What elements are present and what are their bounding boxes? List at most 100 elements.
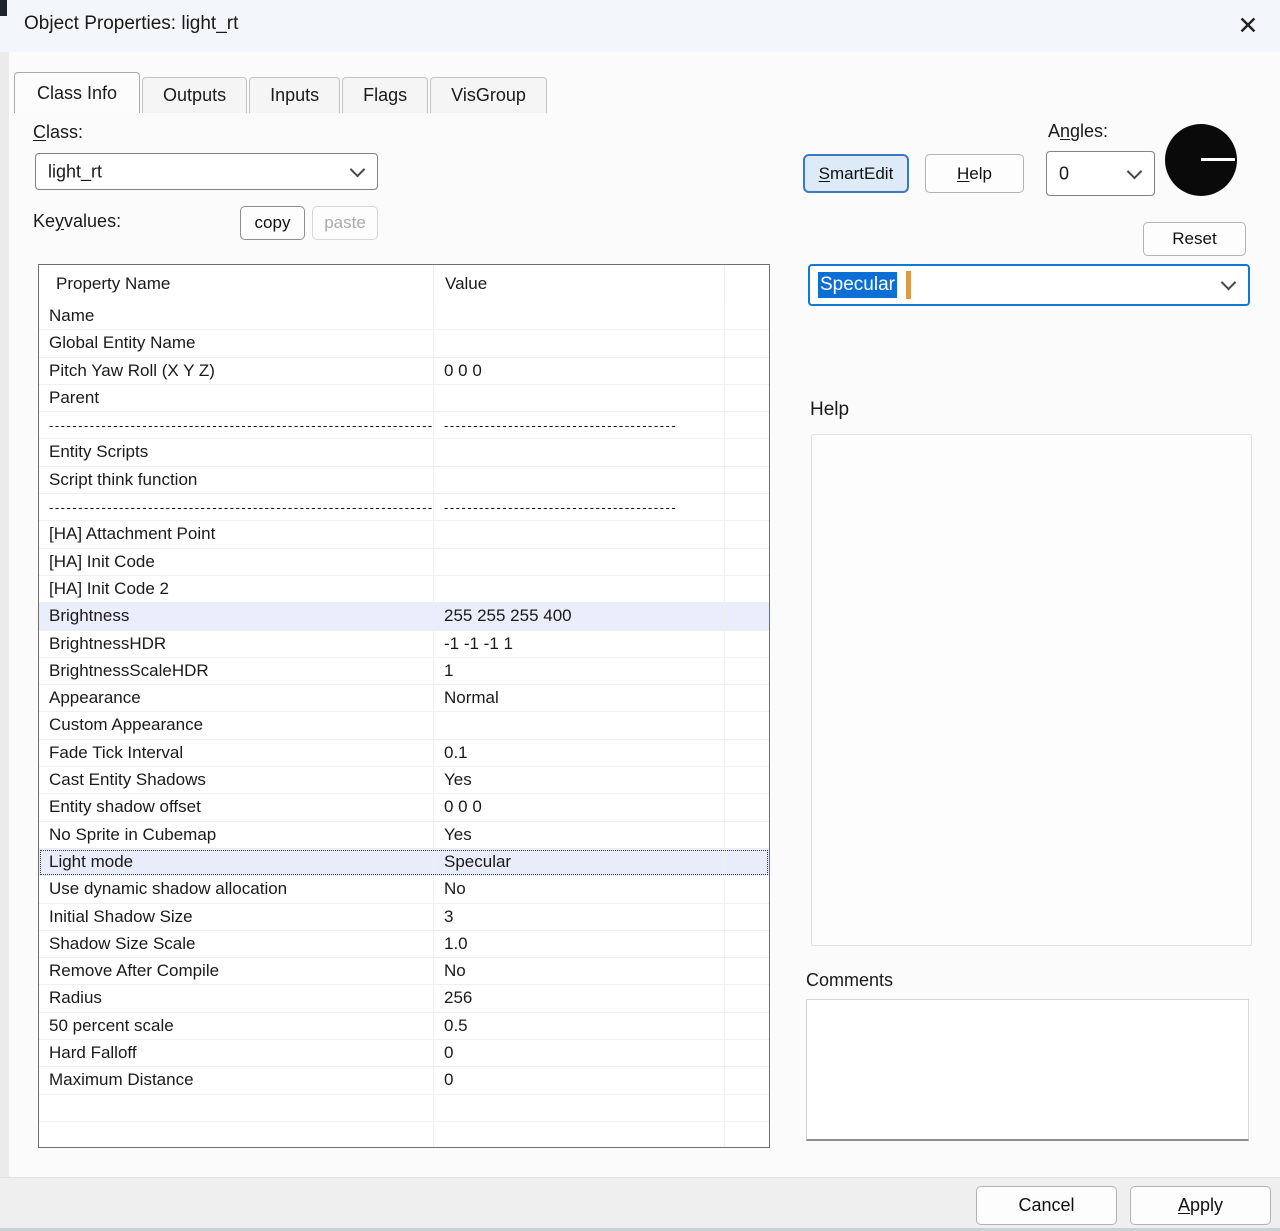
table-row[interactable]: BrightnessHDR-1 -1 -1 1: [39, 631, 769, 658]
row-spacer-cell: [725, 712, 769, 738]
table-row[interactable]: 50 percent scale0.5: [39, 1013, 769, 1040]
row-spacer-cell: [725, 576, 769, 602]
row-spacer-cell: [725, 439, 769, 465]
property-name-cell: ----------------------------------------…: [39, 412, 434, 438]
property-name-cell: Script think function: [39, 467, 434, 493]
smartedit-button[interactable]: SmartEdit: [803, 154, 909, 193]
row-spacer-cell: [725, 958, 769, 984]
property-value-cell: 0 0 0: [434, 358, 725, 384]
row-spacer-cell: [725, 876, 769, 902]
table-row[interactable]: Radius256: [39, 985, 769, 1012]
table-row[interactable]: Maximum Distance0: [39, 1067, 769, 1094]
property-name-cell: Remove After Compile: [39, 958, 434, 984]
copy-button[interactable]: copy: [240, 206, 305, 240]
table-row[interactable]: Fade Tick Interval0.1: [39, 740, 769, 767]
property-name-cell: Entity shadow offset: [39, 794, 434, 820]
table-row[interactable]: Brightness255 255 255 400: [39, 603, 769, 630]
row-spacer-cell: [725, 822, 769, 848]
row-spacer-cell: [725, 1122, 769, 1148]
angles-label: Angles:: [1048, 121, 1108, 142]
property-value-cell: [434, 330, 725, 356]
row-spacer-cell: [725, 849, 769, 875]
dialog-title: Object Properties: light_rt: [24, 13, 238, 35]
tab-visgroup[interactable]: VisGroup: [430, 77, 547, 113]
table-row[interactable]: Cast Entity ShadowsYes: [39, 767, 769, 794]
table-row[interactable]: Entity Scripts: [39, 439, 769, 466]
table-row[interactable]: Initial Shadow Size3: [39, 904, 769, 931]
reset-button[interactable]: Reset: [1143, 222, 1246, 256]
chevron-down-icon: [350, 161, 366, 177]
table-row[interactable]: Pitch Yaw Roll (X Y Z)0 0 0: [39, 358, 769, 385]
table-row[interactable]: Entity shadow offset0 0 0: [39, 794, 769, 821]
table-row[interactable]: Light modeSpecular: [39, 849, 769, 876]
keyvalue-edit-combo[interactable]: Specular: [808, 264, 1250, 306]
property-value-cell: [434, 712, 725, 738]
cancel-button[interactable]: Cancel: [976, 1186, 1117, 1225]
table-row[interactable]: BrightnessScaleHDR1: [39, 658, 769, 685]
property-value-cell: 256: [434, 985, 725, 1011]
table-row[interactable]: Custom Appearance: [39, 712, 769, 739]
property-name-cell: 50 percent scale: [39, 1013, 434, 1039]
property-value-cell: 0: [434, 1067, 725, 1093]
close-icon[interactable]: ✕: [1230, 8, 1266, 44]
table-row[interactable]: AppearanceNormal: [39, 685, 769, 712]
table-row[interactable]: [39, 1095, 769, 1122]
row-spacer-cell: [725, 412, 769, 438]
row-spacer-cell: [725, 767, 769, 793]
table-row[interactable]: Name: [39, 303, 769, 330]
tab-inputs[interactable]: Inputs: [249, 77, 340, 113]
property-value-cell: [434, 467, 725, 493]
table-row[interactable]: Hard Falloff0: [39, 1040, 769, 1067]
row-spacer-cell: [725, 1040, 769, 1066]
table-row[interactable]: [39, 1122, 769, 1148]
tab-outputs[interactable]: Outputs: [142, 77, 247, 113]
class-dropdown[interactable]: light_rt: [35, 153, 378, 190]
class-dropdown-value: light_rt: [48, 161, 102, 182]
property-name-cell: Cast Entity Shadows: [39, 767, 434, 793]
table-row[interactable]: [HA] Init Code: [39, 549, 769, 576]
table-row[interactable]: Global Entity Name: [39, 330, 769, 357]
property-name-cell: Radius: [39, 985, 434, 1011]
table-row[interactable]: ----------------------------------------…: [39, 494, 769, 521]
property-name-cell: Pitch Yaw Roll (X Y Z): [39, 358, 434, 384]
class-label: Class:: [33, 122, 83, 143]
property-name-cell: No Sprite in Cubemap: [39, 822, 434, 848]
table-row[interactable]: Script think function: [39, 467, 769, 494]
row-spacer-cell: [725, 521, 769, 547]
column-header-spacer: [725, 265, 769, 303]
tab-class-info[interactable]: Class Info: [14, 72, 140, 113]
table-row[interactable]: Parent: [39, 385, 769, 412]
row-spacer-cell: [725, 685, 769, 711]
table-row[interactable]: No Sprite in CubemapYes: [39, 822, 769, 849]
table-row[interactable]: Use dynamic shadow allocationNo: [39, 876, 769, 903]
angles-dropdown[interactable]: 0: [1046, 151, 1155, 196]
table-row[interactable]: [HA] Init Code 2: [39, 576, 769, 603]
property-name-cell: Maximum Distance: [39, 1067, 434, 1093]
property-value-cell: [434, 521, 725, 547]
row-spacer-cell: [725, 931, 769, 957]
row-spacer-cell: [725, 494, 769, 520]
angle-dial[interactable]: [1165, 124, 1237, 196]
property-name-cell: Shadow Size Scale: [39, 931, 434, 957]
chevron-down-icon: [1221, 275, 1237, 291]
property-name-cell: [39, 1095, 434, 1121]
property-table-header: Property Name Value: [39, 265, 769, 303]
angle-indicator-line: [1201, 158, 1235, 161]
column-header-value: Value: [434, 265, 725, 303]
table-row[interactable]: ----------------------------------------…: [39, 412, 769, 439]
apply-button[interactable]: Apply: [1130, 1186, 1271, 1225]
help-text-panel: [811, 434, 1252, 946]
table-row[interactable]: [HA] Attachment Point: [39, 521, 769, 548]
help-button[interactable]: Help: [925, 154, 1024, 193]
row-spacer-cell: [725, 1013, 769, 1039]
tab-flags[interactable]: Flags: [342, 77, 428, 113]
table-row[interactable]: Shadow Size Scale1.0: [39, 931, 769, 958]
property-name-cell: Name: [39, 303, 434, 329]
row-spacer-cell: [725, 358, 769, 384]
property-value-cell: Yes: [434, 767, 725, 793]
comments-input[interactable]: [806, 999, 1249, 1141]
row-spacer-cell: [725, 658, 769, 684]
row-spacer-cell: [725, 385, 769, 411]
row-spacer-cell: [725, 330, 769, 356]
table-row[interactable]: Remove After CompileNo: [39, 958, 769, 985]
